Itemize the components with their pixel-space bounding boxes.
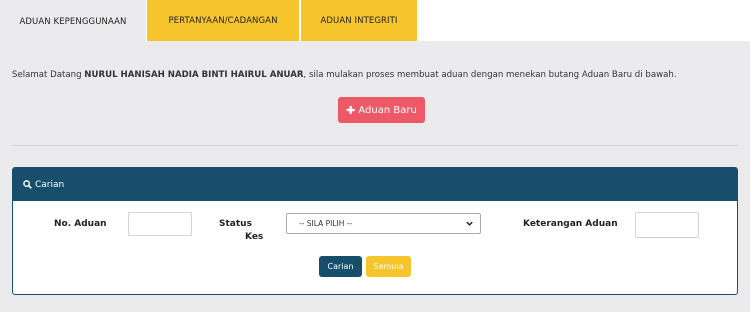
search-button[interactable]: Carian [319, 256, 362, 277]
welcome-suffix: , sila mulakan proses membuat aduan deng… [303, 70, 677, 80]
tab-aduan-kepenggunaan[interactable]: ADUAN KEPENGGUNAAN [0, 0, 146, 41]
tab-bar: ADUAN KEPENGGUNAAN PERTANYAAN/CADANGAN A… [0, 0, 750, 41]
reset-button[interactable]: Semula [366, 256, 411, 277]
status-kes-label-line2: Kes [245, 232, 264, 242]
user-name: NURUL HANISAH NADIA BINTI HAIRUL ANUAR [84, 70, 304, 80]
divider [12, 145, 738, 146]
search-panel-header: Carian [13, 168, 737, 201]
search-panel-title: Carian [35, 179, 65, 190]
status-kes-selected: -- SILA PILIH -- [299, 219, 353, 228]
keterangan-aduan-input[interactable] [635, 212, 699, 238]
no-aduan-input[interactable] [128, 212, 192, 236]
chevron-down-icon [466, 221, 473, 226]
tab-aduan-integriti[interactable]: ADUAN INTEGRITI [301, 0, 417, 41]
new-complaint-label: Aduan Baru [358, 104, 417, 116]
no-aduan-label: No. Aduan [54, 219, 107, 229]
status-kes-select[interactable]: -- SILA PILIH -- [286, 213, 481, 234]
welcome-prefix: Selamat Datang [12, 70, 85, 80]
search-icon [23, 180, 32, 189]
status-kes-label-line1: Status [219, 219, 252, 229]
search-panel: Carian No. Aduan Status Kes -- SILA PILI… [12, 167, 738, 295]
welcome-message: Selamat Datang NURUL HANISAH NADIA BINTI… [12, 70, 677, 80]
keterangan-aduan-label: Keterangan Aduan [523, 219, 618, 229]
tab-pertanyaan-cadangan[interactable]: PERTANYAAN/CADANGAN [147, 0, 299, 41]
plus-icon: ✚ [346, 103, 356, 117]
new-complaint-button[interactable]: ✚ Aduan Baru [338, 97, 425, 123]
